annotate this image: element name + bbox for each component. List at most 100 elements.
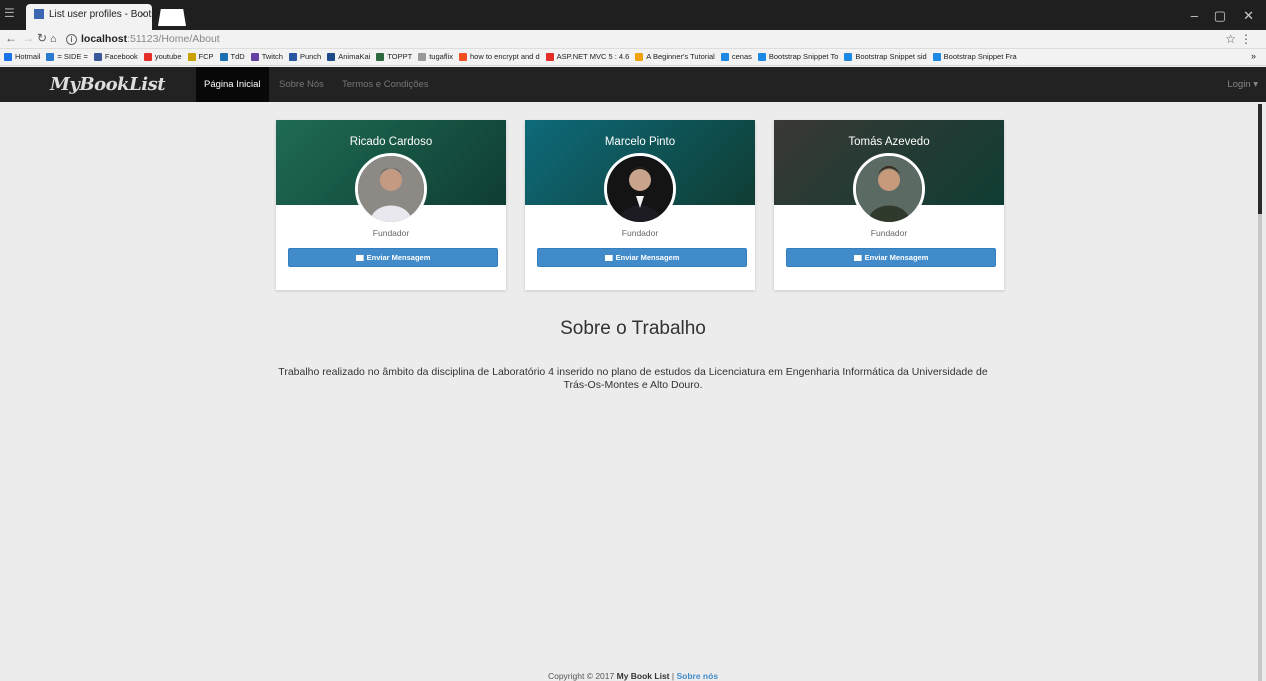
bookmark-star-icon[interactable]: ☆ — [1225, 32, 1236, 46]
envelope-icon — [355, 255, 364, 262]
bookmark-item[interactable]: TdD — [219, 49, 245, 65]
profile-name: Marcelo Pinto — [604, 136, 676, 148]
bookmark-item[interactable]: Twitch — [250, 49, 283, 65]
bookmark-label: Bootstrap Snippet To — [768, 52, 839, 61]
bookmark-label: TOPPT — [387, 52, 413, 61]
site-info-icon[interactable]: i — [66, 34, 77, 45]
bookmark-item[interactable]: FCP — [187, 49, 214, 65]
profile-avatar — [355, 153, 427, 225]
bookmark-item[interactable]: Facebook — [93, 49, 138, 65]
bookmark-favicon-icon — [4, 53, 12, 62]
bookmark-label: Bootstrap Snippet sid — [855, 52, 927, 61]
send-message-label: Enviar Mensagem — [366, 253, 431, 262]
bookmark-item[interactable]: Bootstrap Snippet Fra — [932, 49, 1017, 65]
profile-card: Tomás Azevedo Fundador Enviar Mensagem — [774, 120, 1004, 290]
brand-logo[interactable]: MyBookList — [50, 74, 166, 95]
minimize-icon[interactable]: – — [1191, 8, 1198, 23]
bookmark-item[interactable]: AnimaKai — [327, 49, 370, 65]
bookmark-item[interactable]: A Beginner's Tutorial — [635, 49, 715, 65]
bookmark-item[interactable]: youtube — [143, 49, 182, 65]
bookmark-label: youtube — [154, 52, 182, 61]
bookmark-item[interactable]: Bootstrap Snippet sid — [844, 49, 927, 65]
new-tab-button[interactable] — [158, 9, 186, 26]
url-field[interactable]: ⌂ i localhost:51123/Home/About — [50, 32, 1222, 47]
window-menu-icon[interactable]: ☰ — [4, 6, 15, 20]
bookmark-favicon-icon — [187, 53, 196, 62]
bookmark-favicon-icon — [720, 53, 729, 62]
restore-icon[interactable]: ▢ — [1214, 8, 1226, 24]
browser-tab[interactable]: List user profiles - Bootst × — [26, 4, 152, 30]
send-message-label: Enviar Mensagem — [864, 253, 929, 262]
bookmarks-overflow-icon[interactable]: » — [1251, 51, 1256, 61]
bookmark-item[interactable]: Bootstrap Snippet To — [757, 49, 839, 65]
profile-role: Fundador — [870, 228, 908, 238]
envelope-icon — [604, 255, 613, 262]
bookmark-label: FCP — [198, 52, 214, 61]
send-message-button[interactable]: Enviar Mensagem — [537, 248, 747, 267]
login-dropdown[interactable]: Login ▾ — [1227, 67, 1258, 102]
back-icon[interactable]: ← — [5, 31, 17, 45]
bookmark-favicon-icon — [376, 53, 385, 62]
url-host: localhost — [81, 33, 128, 45]
bookmark-label: cenas — [731, 52, 752, 61]
close-window-icon[interactable]: ✕ — [1243, 8, 1254, 24]
profile-card: Ricado Cardoso Fundador Enviar Mensagem — [276, 120, 506, 290]
profile-name: Tomás Azevedo — [848, 136, 930, 148]
send-message-button[interactable]: Enviar Mensagem — [786, 248, 996, 267]
about-title: Sobre o Trabalho — [560, 318, 706, 339]
scrollbar-thumb[interactable] — [1258, 104, 1262, 214]
profile-avatar — [604, 153, 676, 225]
bookmark-item[interactable]: cenas — [720, 49, 752, 65]
profile-name: Ricado Cardoso — [349, 136, 433, 148]
bookmark-label: AnimaKai — [338, 52, 371, 61]
nav-link-terms[interactable]: Termos e Condições — [334, 67, 437, 102]
bookmark-favicon-icon — [545, 53, 554, 62]
bookmark-favicon-icon — [844, 53, 853, 62]
bookmark-item[interactable]: ASP.NET MVC 5 : 4.6 — [545, 49, 629, 65]
bookmark-label: Punch — [299, 52, 322, 61]
forward-icon[interactable]: → — [22, 31, 34, 45]
bookmark-item[interactable]: tugaflix — [418, 49, 453, 65]
tab-title: List user profiles - Bootst — [49, 9, 152, 20]
bookmark-favicon-icon — [46, 53, 55, 62]
bookmark-favicon-icon — [219, 53, 228, 62]
bookmark-item[interactable]: = SIDE = — [46, 49, 88, 65]
home-icon[interactable]: ⌂ — [50, 32, 56, 47]
bookmark-favicon-icon — [635, 53, 644, 62]
site-navbar: MyBookList Página Inicial Sobre Nós Term… — [0, 67, 1266, 102]
bookmark-favicon-icon — [250, 53, 259, 62]
bookmark-label: A Beginner's Tutorial — [646, 52, 715, 61]
bookmark-favicon-icon — [93, 53, 102, 62]
copyright-text: Copyright © 2017 — [547, 671, 615, 681]
menu-kebab-icon[interactable]: ⋮ — [1240, 32, 1252, 46]
scrollbar-track[interactable] — [1258, 214, 1262, 681]
bookmark-item[interactable]: TOPPT — [376, 49, 412, 65]
footer-about-link[interactable]: Sobre nós — [676, 671, 718, 681]
tab-close-icon[interactable]: × — [140, 9, 146, 21]
bookmark-item[interactable]: Hotmail — [4, 49, 40, 65]
bookmark-favicon-icon — [458, 53, 467, 62]
profile-card: Marcelo Pinto Fundador Enviar Mensagem — [525, 120, 755, 290]
footer-site-name: My Book List — [616, 671, 670, 681]
nav-link-about[interactable]: Sobre Nós — [271, 67, 332, 102]
send-message-button[interactable]: Enviar Mensagem — [288, 248, 498, 267]
reload-icon[interactable]: ↻ — [37, 31, 47, 45]
profile-role: Fundador — [372, 228, 410, 238]
bookmark-item[interactable]: how to encrypt and d — [458, 49, 540, 65]
address-bar-row: ← → ↻ ⌂ i localhost:51123/Home/About ☆ ⋮ — [0, 30, 1266, 49]
url-path: :51123/Home/About — [127, 33, 220, 45]
nav-link-home[interactable]: Página Inicial — [196, 67, 269, 102]
bookmark-favicon-icon — [288, 53, 297, 62]
bookmark-label: = SIDE = — [57, 52, 88, 61]
tab-strip: ☰ List user profiles - Bootst × – ▢ ✕ — [0, 0, 1266, 30]
profile-role: Fundador — [621, 228, 659, 238]
page-footer: Copyright © 2017 My Book List | Sobre nó… — [0, 671, 1266, 681]
page-favicon-icon — [34, 9, 44, 20]
bookmark-item[interactable]: Punch — [288, 49, 322, 65]
bookmark-favicon-icon — [932, 53, 941, 62]
bookmark-favicon-icon — [143, 53, 152, 62]
bookmark-label: how to encrypt and d — [469, 52, 540, 61]
bookmark-favicon-icon — [327, 53, 336, 62]
bookmark-favicon-icon — [757, 53, 766, 62]
footer-separator: | — [671, 671, 675, 681]
